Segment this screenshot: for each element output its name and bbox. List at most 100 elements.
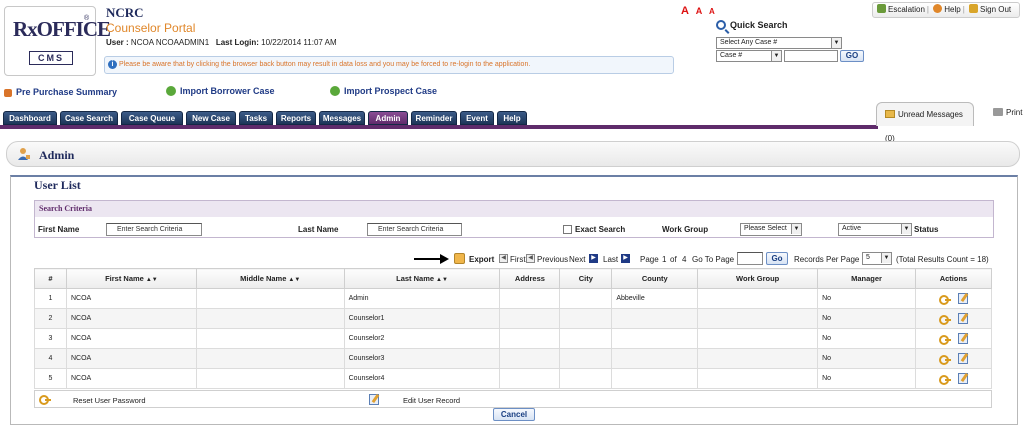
first-name-input[interactable]: Enter Search Criteria xyxy=(106,223,202,236)
portal-name: Counselor Portal xyxy=(106,21,196,35)
escalation-link[interactable]: Escalation xyxy=(888,5,925,14)
go-to-page-button[interactable]: Go xyxy=(766,252,788,265)
quick-search-input[interactable] xyxy=(784,50,838,62)
tab-dashboard[interactable]: Dashboard xyxy=(3,111,57,125)
logo-subtext: CMS xyxy=(29,51,73,65)
quick-search-title: Quick Search xyxy=(716,20,788,30)
chevron-down-icon: ▼ xyxy=(881,253,891,263)
col-header-middle-name[interactable]: Middle Name ▲▼ xyxy=(195,268,345,289)
print-link[interactable]: Print xyxy=(993,108,1022,117)
col-header-number: # xyxy=(34,268,67,289)
case-type-select[interactable]: Select Any Case # ▼ xyxy=(716,37,842,49)
tab-new-case[interactable]: New Case xyxy=(186,111,236,125)
table-row: 1 NCOA Admin Abbeville No xyxy=(34,288,993,309)
tab-reports[interactable]: Reports xyxy=(276,111,316,125)
font-size-medium[interactable]: A xyxy=(696,6,705,16)
unread-messages-tab[interactable]: Unread Messages (0) xyxy=(876,102,974,143)
help-link[interactable]: Help xyxy=(944,5,960,14)
escalation-icon xyxy=(877,4,886,13)
pre-purchase-summary-link[interactable]: Pre Purchase Summary xyxy=(4,87,117,97)
search-field-select[interactable]: Case # ▼ xyxy=(716,50,782,62)
help-icon xyxy=(933,4,943,13)
go-to-page-input[interactable] xyxy=(737,252,763,265)
sort-icon: ▲▼ xyxy=(145,277,158,283)
edit-icon[interactable] xyxy=(957,333,968,344)
tab-event[interactable]: Event xyxy=(460,111,494,125)
first-page-link[interactable]: First xyxy=(510,255,526,264)
col-header-address: Address xyxy=(499,268,561,289)
last-name-label: Last Name xyxy=(298,225,339,234)
col-header-last-name[interactable]: Last Name ▲▼ xyxy=(343,268,501,289)
printer-icon xyxy=(993,108,1003,116)
chevron-down-icon: ▼ xyxy=(791,224,801,234)
of-label: of xyxy=(670,255,677,264)
records-per-page-label: Records Per Page xyxy=(794,255,860,264)
tab-tasks[interactable]: Tasks xyxy=(239,111,273,125)
import-prospect-case-link[interactable]: Import Prospect Case xyxy=(330,86,437,96)
records-per-page-select[interactable]: 5 ▼ xyxy=(862,252,892,265)
exact-search-checkbox[interactable] xyxy=(563,225,572,234)
tab-reminder[interactable]: Reminder xyxy=(411,111,457,125)
tab-help[interactable]: Help xyxy=(497,111,527,125)
work-group-select[interactable]: Please Select ▼ xyxy=(740,223,802,236)
edit-icon[interactable] xyxy=(957,313,968,324)
export-icon[interactable] xyxy=(454,253,465,264)
section-title: User List xyxy=(34,178,81,192)
legend-reset-password: Reset User Password xyxy=(73,396,146,405)
app-logo: RxOFFICE ® CMS xyxy=(4,6,111,76)
chevron-down-icon: ▼ xyxy=(771,51,781,61)
tab-case-queue[interactable]: Case Queue xyxy=(121,111,183,125)
previous-page-icon[interactable]: ◀ xyxy=(526,254,535,263)
admin-user-icon xyxy=(18,148,30,160)
next-page-icon[interactable]: ▶ xyxy=(589,254,598,263)
key-icon[interactable] xyxy=(938,294,951,305)
import-icon xyxy=(166,86,176,96)
last-page-icon[interactable]: ▶ xyxy=(621,254,630,263)
last-name-input[interactable]: Enter Search Criteria xyxy=(367,223,462,236)
page-label: Page xyxy=(640,255,659,264)
work-group-label: Work Group xyxy=(662,225,709,234)
status-select[interactable]: Active ▼ xyxy=(838,223,912,236)
next-page-link[interactable]: Next xyxy=(569,255,585,264)
font-size-small[interactable]: A xyxy=(709,7,717,16)
edit-icon[interactable] xyxy=(957,353,968,364)
nav-underline xyxy=(0,125,878,129)
key-icon[interactable] xyxy=(938,314,951,325)
chevron-down-icon: ▼ xyxy=(831,38,841,48)
edit-icon xyxy=(369,394,379,405)
tab-admin[interactable]: Admin xyxy=(368,111,408,125)
font-size-controls: A A A xyxy=(681,5,717,17)
col-header-actions: Actions xyxy=(914,268,993,289)
summary-icon xyxy=(4,89,12,97)
lock-icon xyxy=(969,4,978,13)
edit-icon[interactable] xyxy=(957,293,968,304)
key-icon[interactable] xyxy=(938,374,951,385)
col-header-first-name[interactable]: First Name ▲▼ xyxy=(65,268,197,289)
quick-search-go-button[interactable]: GO xyxy=(840,50,864,62)
search-criteria-heading: Search Criteria xyxy=(35,201,993,217)
first-page-icon[interactable]: ◀ xyxy=(499,254,508,263)
tab-case-search[interactable]: Case Search xyxy=(60,111,118,125)
edit-icon[interactable] xyxy=(957,373,968,384)
total-pages: 4 xyxy=(682,255,687,264)
table-row: 4 NCOA Counselor3 No xyxy=(34,348,993,369)
col-header-county: County xyxy=(611,268,699,289)
key-icon[interactable] xyxy=(938,354,951,365)
pointer-arrow xyxy=(414,258,442,260)
last-page-link[interactable]: Last xyxy=(603,255,618,264)
export-link[interactable]: Export xyxy=(469,255,494,264)
admin-header: Admin xyxy=(6,141,1020,167)
previous-page-link[interactable]: Previous xyxy=(537,255,568,264)
key-icon[interactable] xyxy=(938,334,951,345)
exact-search-label: Exact Search xyxy=(575,225,626,234)
info-icon: i xyxy=(108,60,117,69)
sign-out-link[interactable]: Sign Out xyxy=(980,5,1011,14)
page-title: Admin xyxy=(39,148,75,162)
cancel-button[interactable]: Cancel xyxy=(493,408,535,421)
user-value: NCOA NCOAADMIN1 xyxy=(130,38,210,47)
tab-messages[interactable]: Messages xyxy=(319,111,365,125)
table-header-row: # First Name ▲▼ Middle Name ▲▼ Last Name ▲▼… xyxy=(34,268,993,289)
font-size-large[interactable]: A xyxy=(681,5,691,17)
chevron-down-icon: ▼ xyxy=(901,224,911,234)
import-borrower-case-link[interactable]: Import Borrower Case xyxy=(166,86,275,96)
